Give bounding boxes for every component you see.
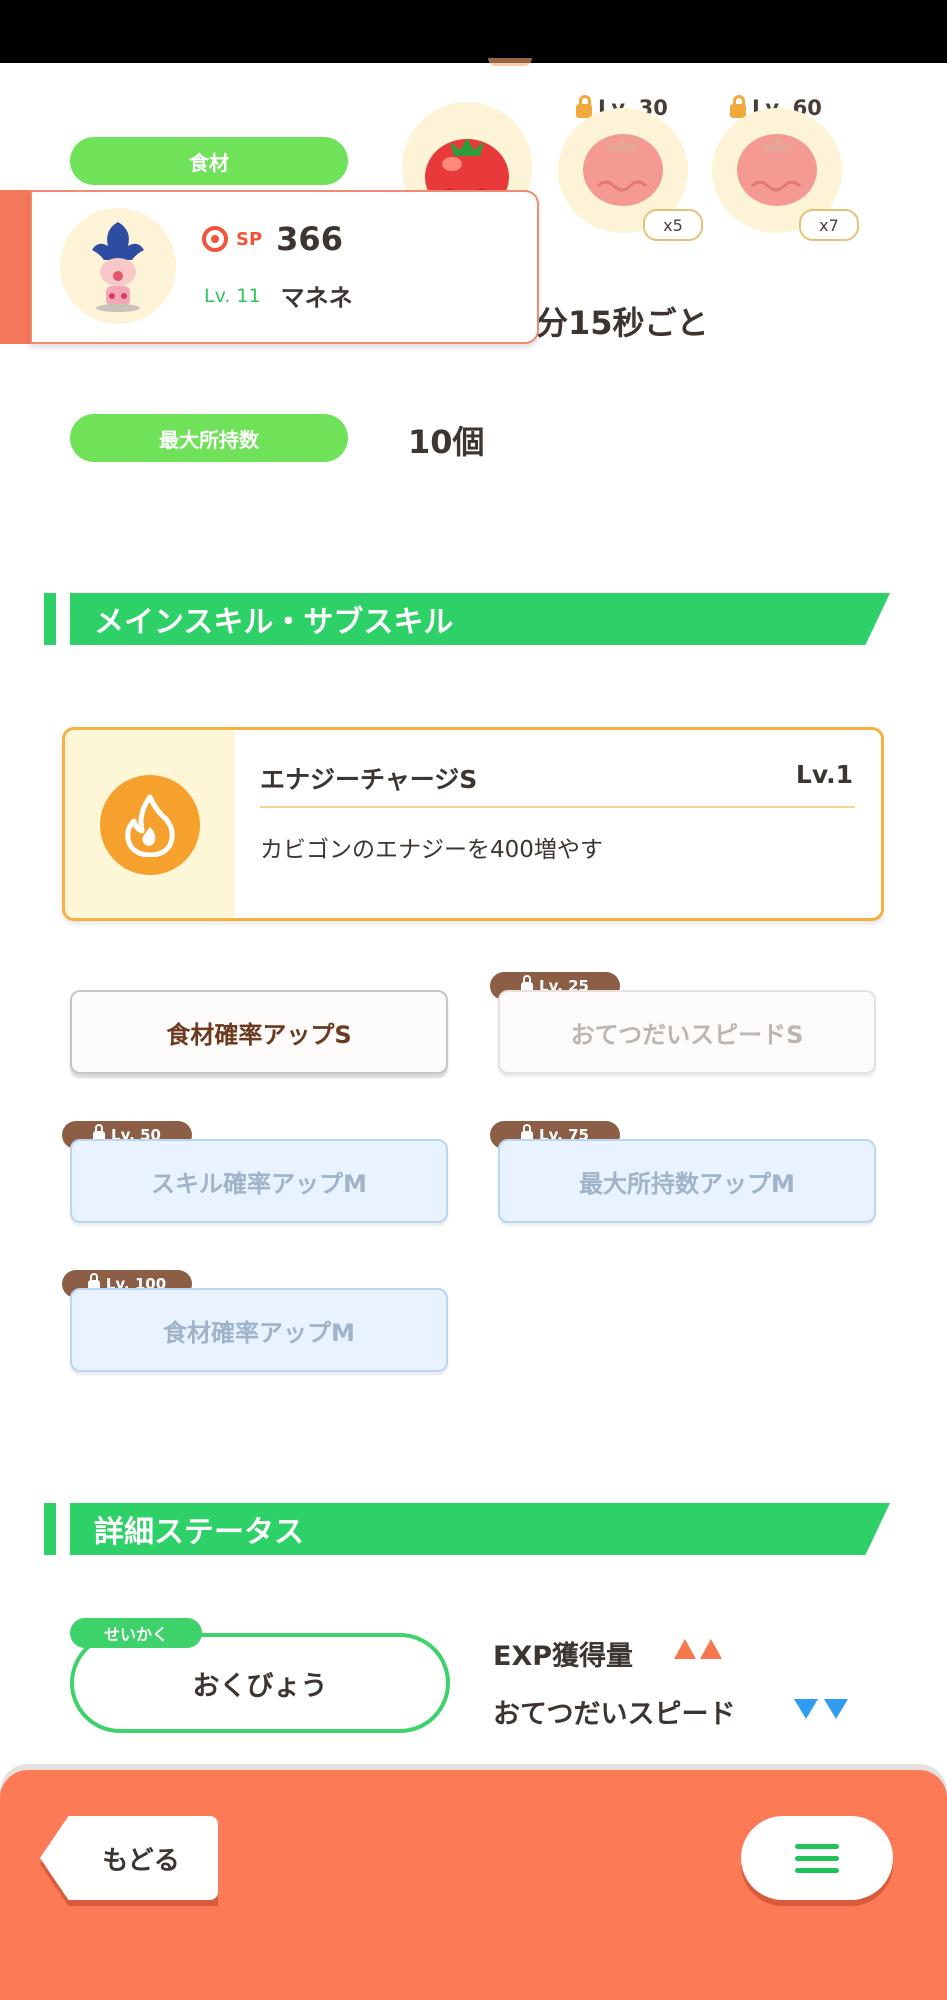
scroll-indicator bbox=[488, 58, 532, 66]
pokemon-name: マネネ bbox=[280, 284, 353, 312]
skills-section-header: メインスキル・サブスキル bbox=[44, 593, 894, 645]
section-accent bbox=[44, 1503, 56, 1555]
max-hold-value: 10個 bbox=[408, 423, 485, 461]
max-hold-label: 最大所持数 bbox=[70, 414, 348, 462]
profile-card-accent bbox=[0, 190, 32, 344]
sp-value: 366 bbox=[276, 220, 343, 258]
ingredient-count-badge: x5 bbox=[643, 209, 703, 241]
main-skill-card[interactable]: エナジーチャージS Lv.1 カビゴンのエナジーを400増やす bbox=[62, 727, 884, 921]
ingredient-label: 食材 bbox=[70, 137, 348, 185]
sp-label: SP bbox=[236, 228, 263, 250]
level-name-row: Lv. 11 マネネ bbox=[204, 278, 353, 313]
mime-jr-icon bbox=[92, 222, 144, 312]
flame-icon bbox=[100, 775, 200, 875]
main-skill-level: Lv.1 bbox=[795, 760, 853, 789]
nature-down-stat: おてつだいスピード bbox=[493, 1699, 736, 1730]
back-button[interactable]: もどる bbox=[40, 1816, 218, 1900]
section-title: メインスキル・サブスキル bbox=[70, 593, 890, 645]
sp-row: SP 366 bbox=[202, 220, 343, 258]
section-accent bbox=[44, 593, 56, 645]
ingredient-count-badge: x7 bbox=[799, 209, 859, 241]
avatar bbox=[60, 208, 176, 324]
status-bar bbox=[0, 0, 947, 63]
sub-skill-2[interactable]: おてつだいスピードS bbox=[498, 990, 876, 1074]
pokeball-icon bbox=[202, 226, 228, 252]
up-arrows-icon bbox=[672, 1637, 724, 1661]
status-section-header: 詳細ステータス bbox=[44, 1503, 894, 1555]
pokemon-level: Lv. 11 bbox=[204, 284, 261, 307]
pokemon-profile-card[interactable]: SP 366 Lv. 11 マネネ bbox=[30, 190, 539, 344]
sub-skill-5[interactable]: 食材確率アップM bbox=[70, 1288, 448, 1372]
sub-skill-1[interactable]: 食材確率アップS bbox=[70, 990, 448, 1074]
nature-tag: せいかく bbox=[70, 1618, 202, 1648]
main-skill-icon-panel bbox=[65, 730, 235, 918]
main-skill-description: カビゴンのエナジーを400増やす bbox=[260, 837, 603, 863]
down-arrows-icon bbox=[792, 1697, 850, 1725]
nature-up-stat: EXP獲得量 bbox=[493, 1641, 634, 1672]
section-title: 詳細ステータス bbox=[70, 1503, 890, 1555]
help-frequency-value: 分15秒ごと bbox=[536, 304, 709, 342]
hamburger-menu-icon[interactable] bbox=[741, 1816, 893, 1900]
main-skill-name: エナジーチャージS bbox=[260, 765, 478, 794]
nature-box[interactable]: おくびょう bbox=[70, 1633, 450, 1733]
sub-skill-3[interactable]: スキル確率アップM bbox=[70, 1139, 448, 1223]
sub-skill-4[interactable]: 最大所持数アップM bbox=[498, 1139, 876, 1223]
divider bbox=[260, 806, 855, 808]
